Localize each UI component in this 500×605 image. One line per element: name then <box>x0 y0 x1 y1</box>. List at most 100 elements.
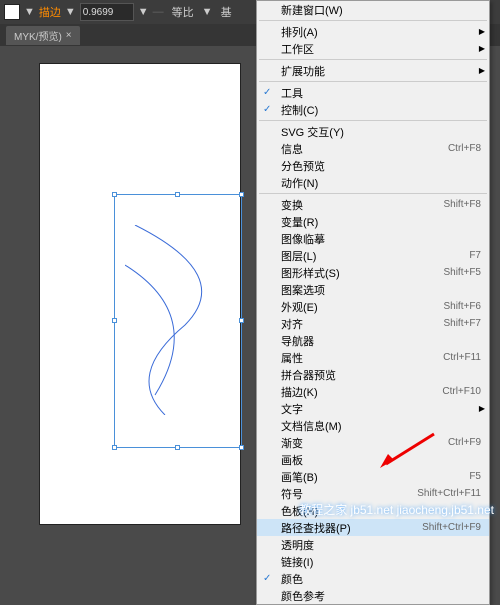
dropdown-arrow[interactable]: ▼ <box>24 6 35 18</box>
menu-item-label: 文字 <box>281 401 481 417</box>
menu-item[interactable]: 描边(K)Ctrl+F10 <box>257 383 489 400</box>
menu-item-label: 路径查找器(P) <box>281 520 422 536</box>
menu-item-label: 画板 <box>281 452 481 468</box>
menu-item[interactable]: 拼合器预览 <box>257 366 489 383</box>
base-dropdown[interactable]: 基 <box>217 3 236 21</box>
menu-item-label: 对齐 <box>281 316 443 332</box>
menu-item[interactable]: 画笔(B)F5 <box>257 468 489 485</box>
menu-item[interactable]: 工作区▶ <box>257 40 489 57</box>
menu-item[interactable]: 图像临摹 <box>257 230 489 247</box>
menu-item[interactable]: 变换Shift+F8 <box>257 196 489 213</box>
path-shape[interactable] <box>125 225 235 415</box>
menu-shortcut: Shift+Ctrl+F11 <box>417 488 481 499</box>
menu-item-label: 新建窗口(W) <box>281 2 481 18</box>
menu-item[interactable]: 外观(E)Shift+F6 <box>257 298 489 315</box>
close-icon[interactable]: × <box>66 30 72 41</box>
menu-shortcut: Shift+F5 <box>443 267 481 278</box>
menu-shortcut: Ctrl+F8 <box>448 143 481 154</box>
menu-item-label: 排列(A) <box>281 24 481 40</box>
menu-item[interactable]: 变量(R) <box>257 213 489 230</box>
menu-item[interactable]: 链接(I) <box>257 553 489 570</box>
menu-item-label: 链接(I) <box>281 554 481 570</box>
stroke-weight-input[interactable]: 0.9699 <box>80 3 134 21</box>
menu-item[interactable]: 动作(N) <box>257 174 489 191</box>
menu-item-label: 扩展功能 <box>281 63 481 79</box>
menu-separator <box>259 20 487 21</box>
menu-item-label: 图形样式(S) <box>281 265 443 281</box>
menu-item[interactable]: 属性Ctrl+F11 <box>257 349 489 366</box>
menu-item[interactable]: 图案选项 <box>257 281 489 298</box>
menu-item[interactable]: 分色预览 <box>257 157 489 174</box>
submenu-arrow-icon: ▶ <box>479 66 485 75</box>
menu-shortcut: Ctrl+F9 <box>448 437 481 448</box>
menu-item-label: 拼合器预览 <box>281 367 481 383</box>
menu-shortcut: F7 <box>469 250 481 261</box>
menu-item[interactable]: 路径查找器(P)Shift+Ctrl+F9 <box>257 519 489 536</box>
resize-handle[interactable] <box>112 318 117 323</box>
menu-item-label: 文档信息(M) <box>281 418 481 434</box>
submenu-arrow-icon: ▶ <box>479 27 485 36</box>
menu-item-label: 动作(N) <box>281 175 481 191</box>
submenu-arrow-icon: ▶ <box>479 44 485 53</box>
selection-bounds[interactable] <box>114 194 242 448</box>
fill-swatch[interactable] <box>4 4 20 20</box>
menu-shortcut: Ctrl+F10 <box>442 386 481 397</box>
menu-item[interactable]: 扩展功能▶ <box>257 62 489 79</box>
menu-item[interactable]: 图层(L)F7 <box>257 247 489 264</box>
menu-item-label: 属性 <box>281 350 443 366</box>
check-icon: ✓ <box>263 104 271 115</box>
menu-item-label: 分色预览 <box>281 158 481 174</box>
menu-separator <box>259 81 487 82</box>
menu-item[interactable]: 图形样式(S)Shift+F5 <box>257 264 489 281</box>
resize-handle[interactable] <box>239 445 244 450</box>
watermark: 脚本之家教程 <box>86 500 170 520</box>
menu-item[interactable]: 符号Shift+Ctrl+F11 <box>257 485 489 502</box>
menu-separator <box>259 193 487 194</box>
menu-item[interactable]: 文字▶ <box>257 400 489 417</box>
menu-shortcut: Shift+F6 <box>443 301 481 312</box>
menu-item[interactable]: 对齐Shift+F7 <box>257 315 489 332</box>
watermark: 教程之家 jb51.net jiaocheng.jb51.net <box>299 501 494 518</box>
resize-handle[interactable] <box>175 445 180 450</box>
menu-item[interactable]: ✓颜色 <box>257 570 489 587</box>
dropdown-arrow[interactable]: ▼ <box>138 6 149 18</box>
menu-item[interactable]: 导航器 <box>257 332 489 349</box>
menu-item[interactable]: 排列(A)▶ <box>257 23 489 40</box>
menu-item-label: 颜色参考 <box>281 588 481 604</box>
menu-item[interactable]: 信息Ctrl+F8 <box>257 140 489 157</box>
menu-item[interactable]: ✓ 控制(C) <box>257 101 489 118</box>
menu-item[interactable]: 渐变Ctrl+F9 <box>257 434 489 451</box>
menu-item[interactable]: ✓工具 <box>257 84 489 101</box>
resize-handle[interactable] <box>239 192 244 197</box>
menu-item-label: 图像临摹 <box>281 231 481 247</box>
dropdown-arrow[interactable]: ▼ <box>202 6 213 18</box>
menu-item[interactable]: 透明度 <box>257 536 489 553</box>
menu-shortcut: Shift+F7 <box>443 318 481 329</box>
resize-handle[interactable] <box>112 445 117 450</box>
menu-item[interactable]: 画板 <box>257 451 489 468</box>
menu-item-label: 符号 <box>281 486 417 502</box>
menu-shortcut: Shift+F8 <box>443 199 481 210</box>
menu-item-label: 控制(C) <box>281 102 481 118</box>
resize-handle[interactable] <box>112 192 117 197</box>
menu-item-label: 图层(L) <box>281 248 469 264</box>
scale-dropdown[interactable]: 等比 <box>168 3 198 21</box>
menu-item-label: SVG 交互(Y) <box>281 124 481 140</box>
menu-item[interactable]: 颜色参考 <box>257 587 489 604</box>
menu-item-label: 工具 <box>281 85 481 101</box>
menu-item-label: 渐变 <box>281 435 448 451</box>
menu-item-label: 画笔(B) <box>281 469 469 485</box>
tab-label: MYK/预览) <box>14 28 62 43</box>
menu-item-label: 颜色 <box>281 571 481 587</box>
menu-item[interactable]: 文档信息(M) <box>257 417 489 434</box>
menu-item[interactable]: 新建窗口(W) <box>257 1 489 18</box>
menu-item-label: 导航器 <box>281 333 481 349</box>
dropdown-arrow[interactable]: ▼ <box>65 6 76 18</box>
menu-shortcut: Ctrl+F11 <box>443 352 481 363</box>
resize-handle[interactable] <box>175 192 180 197</box>
menu-item-label: 描边(K) <box>281 384 442 400</box>
document-tab[interactable]: MYK/预览) × <box>6 26 80 45</box>
menu-item[interactable]: SVG 交互(Y) <box>257 123 489 140</box>
menu-item-label: 外观(E) <box>281 299 443 315</box>
resize-handle[interactable] <box>239 318 244 323</box>
